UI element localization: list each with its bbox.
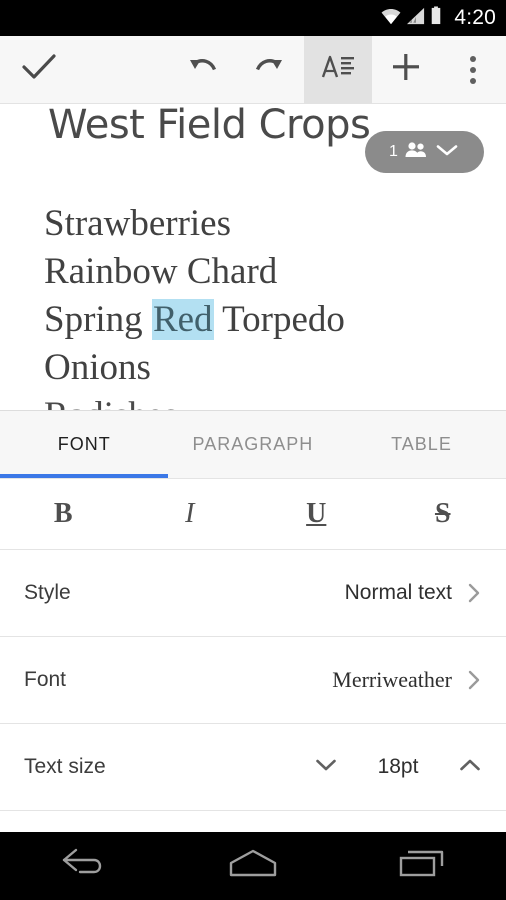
document-title[interactable]: West Field Crops <box>48 104 371 148</box>
collaborators-badge[interactable]: 1 <box>365 131 484 173</box>
redo-button[interactable] <box>236 36 304 104</box>
italic-label: I <box>185 498 195 529</box>
line-text: Rainbow Chard <box>44 251 278 292</box>
android-nav-bar <box>0 832 506 900</box>
bold-label: B <box>53 498 73 529</box>
tab-paragraph[interactable]: PARAGRAPH <box>169 411 338 478</box>
nav-back-button[interactable] <box>24 832 144 900</box>
text-size-row: Text size 18pt <box>0 724 506 810</box>
battery-icon <box>430 6 442 30</box>
increase-text-size-button[interactable] <box>458 757 482 778</box>
more-vertical-icon <box>470 55 476 84</box>
document-line[interactable]: Rainbow Chard <box>44 248 488 296</box>
plus-icon <box>390 51 422 88</box>
divider <box>0 810 506 811</box>
active-tab-indicator <box>0 474 168 478</box>
font-row-label: Font <box>24 668 67 691</box>
text-selection[interactable]: Red <box>151 299 214 340</box>
strikethrough-button[interactable]: S <box>380 479 506 549</box>
chevron-down-icon <box>314 757 338 778</box>
decrease-text-size-button[interactable] <box>314 757 338 778</box>
insert-button[interactable] <box>372 36 440 104</box>
document-canvas[interactable]: West Field Crops 1 Strawberries Rainbow … <box>0 104 506 416</box>
cellular-signal-icon <box>406 7 426 30</box>
line-text-after: Torpedo <box>213 299 345 340</box>
status-bar: 4:20 <box>0 0 506 36</box>
wifi-icon <box>380 7 402 30</box>
document-line[interactable]: Spring Red Torpedo <box>44 296 488 344</box>
document-line[interactable]: Strawberries <box>44 200 488 248</box>
document-body[interactable]: Strawberries Rainbow Chard Spring Red To… <box>44 200 488 416</box>
font-row[interactable]: Font Merriweather <box>0 637 506 723</box>
check-icon <box>22 53 56 86</box>
collaborator-count: 1 <box>389 143 398 160</box>
tab-font[interactable]: FONT <box>0 411 169 478</box>
chevron-right-icon <box>466 581 482 605</box>
format-text-button[interactable] <box>304 35 372 104</box>
text-size-row-label: Text size <box>24 755 106 778</box>
tab-label: PARAGRAPH <box>192 434 314 454</box>
strikethrough-label: S <box>434 498 451 529</box>
home-icon <box>225 847 281 886</box>
chevron-down-icon <box>434 141 460 164</box>
people-icon <box>404 140 428 165</box>
tab-label: TABLE <box>391 434 452 454</box>
nav-recents-button[interactable] <box>362 832 482 900</box>
tab-label: FONT <box>57 434 111 454</box>
line-text: Spring <box>44 299 152 340</box>
style-row[interactable]: Style Normal text <box>0 550 506 636</box>
style-row-label: Style <box>24 581 71 604</box>
format-text-icon <box>321 52 355 87</box>
style-row-value: Normal text <box>344 581 452 604</box>
status-bar-clock: 4:20 <box>454 6 496 29</box>
format-tabs: FONT PARAGRAPH TABLE <box>0 411 506 478</box>
undo-button[interactable] <box>168 36 236 104</box>
underline-label: U <box>306 498 327 529</box>
undo-icon <box>186 54 218 85</box>
tab-table[interactable]: TABLE <box>337 411 506 478</box>
text-size-value: 18pt <box>377 755 419 778</box>
line-text: Onions <box>44 347 151 388</box>
format-panel: FONT PARAGRAPH TABLE B I U S Style Norma… <box>0 410 506 832</box>
chevron-right-icon <box>466 668 482 692</box>
text-style-buttons: B I U S <box>0 479 506 549</box>
recents-icon <box>397 847 447 886</box>
italic-button[interactable]: I <box>127 479 254 549</box>
bold-button[interactable]: B <box>0 479 127 549</box>
document-line[interactable]: Onions <box>44 344 488 392</box>
nav-home-button[interactable] <box>193 832 313 900</box>
editor-toolbar <box>0 35 506 104</box>
chevron-up-icon <box>458 757 482 778</box>
done-button[interactable] <box>0 36 78 104</box>
underline-button[interactable]: U <box>253 479 380 549</box>
font-row-value: Merriweather <box>332 667 452 692</box>
status-icons: 4:20 <box>380 6 496 30</box>
back-icon <box>58 848 110 885</box>
android-app-screen: 4:20 West Field Crops 1 Strawberries Rai… <box>0 0 506 900</box>
overflow-menu-button[interactable] <box>440 36 506 104</box>
redo-icon <box>254 54 286 85</box>
line-text: Strawberries <box>44 203 231 244</box>
